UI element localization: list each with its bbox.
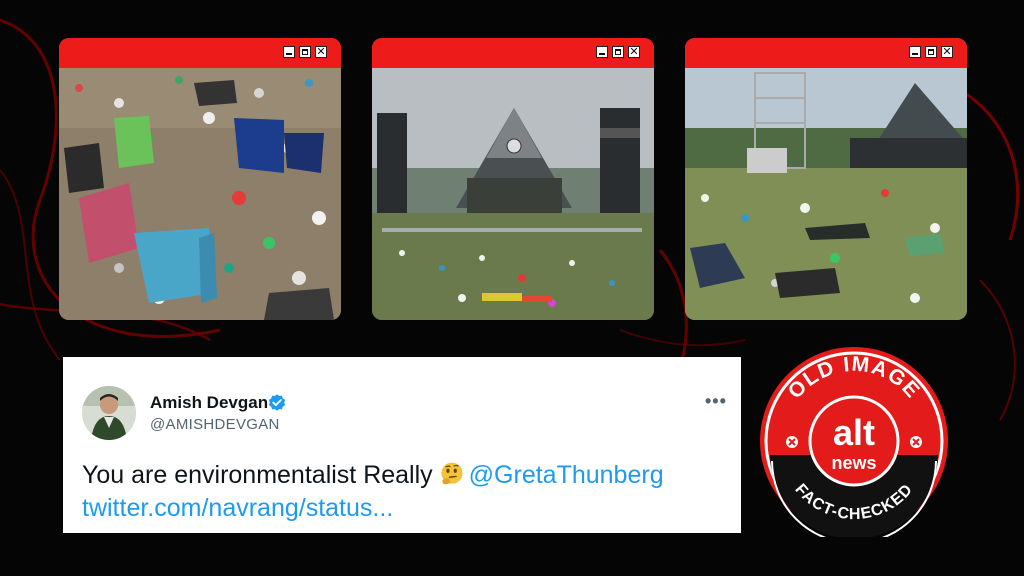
- minimize-icon[interactable]: [283, 46, 295, 58]
- logo-news-text: news: [831, 453, 876, 473]
- display-name[interactable]: Amish Devgan: [150, 393, 268, 413]
- close-icon[interactable]: ✕: [628, 46, 640, 58]
- minimize-icon[interactable]: [909, 46, 921, 58]
- avatar[interactable]: [82, 386, 136, 440]
- tweet-url-link[interactable]: twitter.com/navrang/status...: [82, 494, 393, 523]
- tweet-card[interactable]: Amish Devgan @AMISHDEVGAN ••• You are en…: [63, 357, 741, 533]
- badge-x-icon-right: [910, 436, 922, 448]
- window-titlebar: ✕: [59, 38, 341, 68]
- close-icon[interactable]: ✕: [315, 46, 327, 58]
- old-image-fact-checked-badge: OLD IMAGE FACT-CHECKED alt news: [760, 347, 948, 537]
- stage-scaffolding-photo: [685, 68, 967, 320]
- tweet-text: You are environmentalist Really @GretaTh…: [82, 461, 664, 490]
- minimize-icon[interactable]: [596, 46, 608, 58]
- photo-window-1: ✕: [59, 38, 341, 320]
- logo-alt-text: alt: [833, 412, 875, 453]
- photo-window-3: ✕: [685, 38, 967, 320]
- thinking-face-icon: [441, 462, 463, 485]
- maximize-icon[interactable]: [299, 46, 311, 58]
- user-handle[interactable]: @AMISHDEVGAN: [150, 416, 280, 433]
- mention-link[interactable]: @GretaThunberg: [469, 461, 664, 489]
- window-titlebar: ✕: [685, 38, 967, 68]
- maximize-icon[interactable]: [612, 46, 624, 58]
- close-icon[interactable]: ✕: [941, 46, 953, 58]
- littered-field-photo: [59, 68, 341, 320]
- window-titlebar: ✕: [372, 38, 654, 68]
- pyramid-stage-photo: [372, 68, 654, 320]
- tweet-body: You are environmentalist Really: [82, 461, 433, 489]
- more-options-icon[interactable]: •••: [705, 391, 727, 412]
- badge-x-icon-left: [786, 436, 798, 448]
- photo-window-2: ✕: [372, 38, 654, 320]
- maximize-icon[interactable]: [925, 46, 937, 58]
- verified-badge-icon: [268, 394, 286, 411]
